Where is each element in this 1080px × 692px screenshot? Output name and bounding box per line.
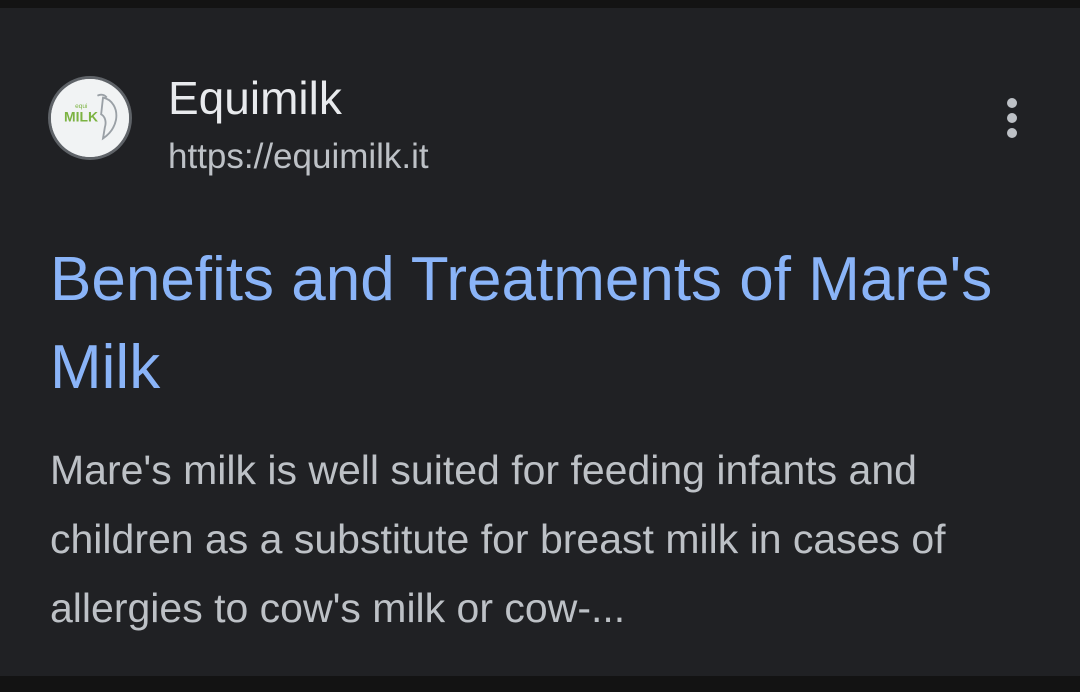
more-vert-icon bbox=[1007, 98, 1017, 108]
site-url[interactable]: https://equimilk.it bbox=[168, 134, 429, 180]
site-name[interactable]: Equimilk bbox=[168, 70, 342, 126]
result-title-link[interactable]: Benefits and Treatments of Mare's Milk bbox=[50, 236, 1030, 412]
equimilk-logo-icon: MILK equi bbox=[51, 79, 129, 157]
more-vert-icon-dot-3 bbox=[1007, 128, 1017, 138]
result-snippet: Mare's milk is well suited for feeding i… bbox=[50, 447, 946, 631]
logo-text: MILK bbox=[64, 109, 98, 125]
bottom-divider bbox=[0, 676, 1080, 692]
more-vert-icon-dot-2 bbox=[1007, 113, 1017, 123]
top-divider bbox=[0, 0, 1080, 8]
site-favicon[interactable]: MILK equi bbox=[48, 76, 132, 160]
svg-text:equi: equi bbox=[75, 103, 87, 110]
more-options-button[interactable] bbox=[988, 90, 1036, 146]
